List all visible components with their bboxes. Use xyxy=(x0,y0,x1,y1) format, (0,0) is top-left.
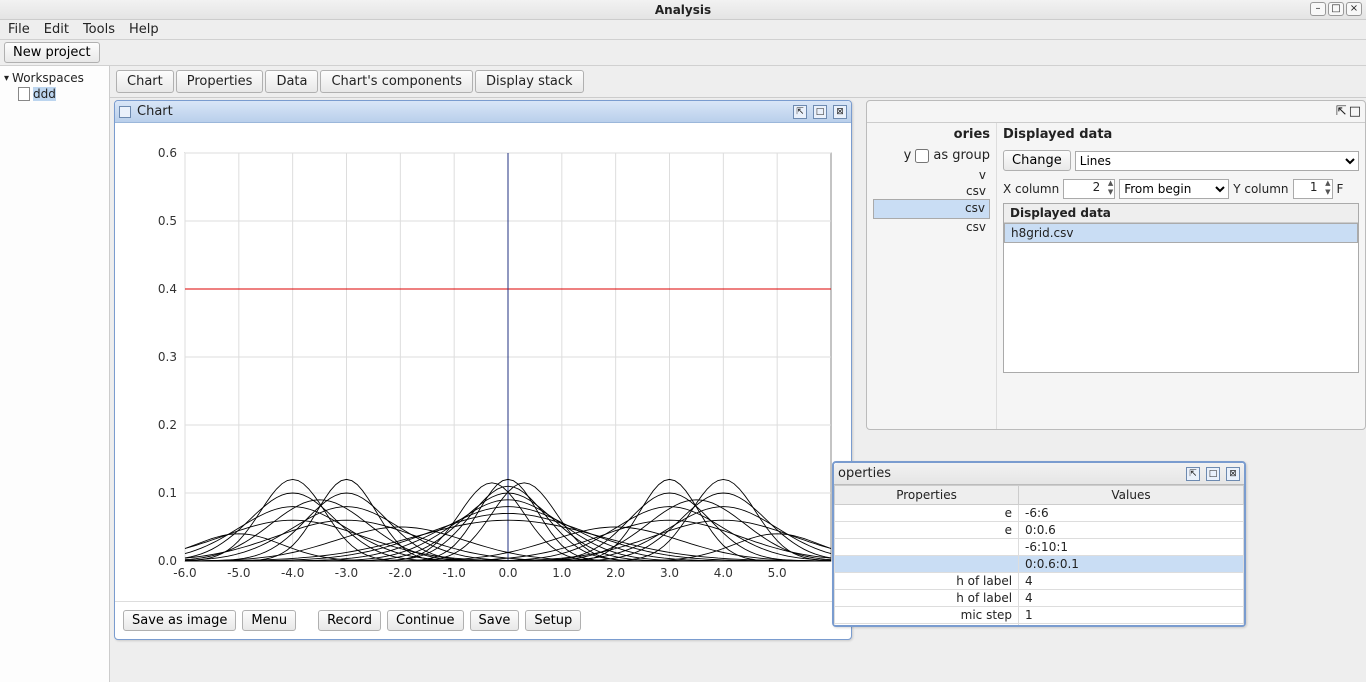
chart-window-icon xyxy=(119,106,131,118)
tree-root-workspaces[interactable]: ▾ Workspaces xyxy=(2,70,107,86)
maximize-icon[interactable]: □ xyxy=(1328,2,1344,16)
svg-text:0.0: 0.0 xyxy=(498,566,517,580)
svg-text:-3.0: -3.0 xyxy=(335,566,358,580)
svg-text:-6.0: -6.0 xyxy=(173,566,196,580)
tab-chart[interactable]: Chart xyxy=(116,70,174,93)
y-column-label: Y column xyxy=(1233,182,1288,196)
tree-item-ddd[interactable]: ddd xyxy=(16,86,107,102)
x-column-label: X column xyxy=(1003,182,1059,196)
display-type-select[interactable]: Lines xyxy=(1075,151,1359,171)
tab-properties[interactable]: Properties xyxy=(176,70,264,93)
file-list-item[interactable]: csv xyxy=(873,219,990,235)
tab-display-stack[interactable]: Display stack xyxy=(475,70,584,93)
prop-restore-icon[interactable]: ⇱ xyxy=(1186,467,1200,481)
svg-text:0.0: 0.0 xyxy=(158,554,177,568)
properties-row[interactable]: mic step1 xyxy=(835,624,1244,626)
properties-table[interactable]: Properties Values e-6:6e0:0.6-6:10:10:0.… xyxy=(834,485,1244,625)
file-list-item[interactable]: v xyxy=(873,167,990,183)
svg-text:2.0: 2.0 xyxy=(606,566,625,580)
chart-close-icon[interactable]: ⊠ xyxy=(833,105,847,119)
tab-row: Chart Properties Data Chart's components… xyxy=(110,66,1366,98)
as-group-checkbox[interactable] xyxy=(915,149,929,163)
panel-restore-icon[interactable]: ⇱ xyxy=(1336,104,1347,119)
properties-col-header: Properties xyxy=(835,486,1019,505)
displayed-data-list-header: Displayed data xyxy=(1004,204,1358,223)
as-group-label: as group xyxy=(933,148,990,163)
svg-text:0.6: 0.6 xyxy=(158,146,177,160)
save-button[interactable]: Save xyxy=(470,610,520,631)
properties-window: operties ⇱ □ ⊠ Properties Values e-6:6e0… xyxy=(832,461,1246,627)
properties-row[interactable]: mic step1 xyxy=(835,607,1244,624)
prop-maximize-icon[interactable]: □ xyxy=(1206,467,1220,481)
menu-file[interactable]: File xyxy=(8,22,30,37)
chart-area: -6.0 -5.0 -4.0 -3.0 -2.0 -1.0 0.0 1.0 2.0 3.0 4.0 5… xyxy=(115,123,851,601)
svg-text:0.3: 0.3 xyxy=(158,350,177,364)
displayed-data-item[interactable]: h8grid.csv xyxy=(1004,223,1358,243)
panel-maximize-icon[interactable]: □ xyxy=(1349,104,1361,119)
properties-row[interactable]: -6:10:1 xyxy=(835,539,1244,556)
record-button[interactable]: Record xyxy=(318,610,381,631)
menu-edit[interactable]: Edit xyxy=(44,22,69,37)
tree-expand-icon[interactable]: ▾ xyxy=(4,73,9,84)
svg-text:0.4: 0.4 xyxy=(158,282,177,296)
window-titlebar: Analysis – □ × xyxy=(0,0,1366,20)
file-list-item[interactable]: csv xyxy=(873,199,990,219)
chart-window-title: Chart xyxy=(137,104,787,119)
chart-window: Chart ⇱ □ ⊠ -6.0 -5.0 -4.0 -3.0 -2.0 -1.0 0.0 1… xyxy=(114,100,852,640)
svg-text:5.0: 5.0 xyxy=(768,566,787,580)
svg-text:-5.0: -5.0 xyxy=(227,566,250,580)
properties-row[interactable]: h of label4 xyxy=(835,573,1244,590)
properties-row[interactable]: h of label4 xyxy=(835,590,1244,607)
minimize-icon[interactable]: – xyxy=(1310,2,1326,16)
menu-help[interactable]: Help xyxy=(129,22,159,37)
toolbar: New project xyxy=(0,40,1366,66)
y-label: y xyxy=(904,148,912,163)
values-col-header: Values xyxy=(1019,486,1244,505)
svg-text:-2.0: -2.0 xyxy=(389,566,412,580)
svg-text:3.0: 3.0 xyxy=(660,566,679,580)
chart-maximize-icon[interactable]: □ xyxy=(813,105,827,119)
svg-text:1.0: 1.0 xyxy=(552,566,571,580)
x-column-spinner[interactable]: 2 xyxy=(1063,179,1115,199)
svg-text:-4.0: -4.0 xyxy=(281,566,304,580)
y-column-spinner[interactable]: 1 xyxy=(1293,179,1333,199)
properties-row[interactable]: 0:0.6:0.1 xyxy=(835,556,1244,573)
new-project-button[interactable]: New project xyxy=(4,42,100,63)
displayed-data-header: Displayed data xyxy=(1003,127,1359,146)
properties-window-titlebar[interactable]: operties ⇱ □ ⊠ xyxy=(834,463,1244,485)
workspace-tree: ▾ Workspaces ddd xyxy=(0,66,110,682)
svg-text:0.2: 0.2 xyxy=(158,418,177,432)
properties-row[interactable]: e-6:6 xyxy=(835,505,1244,522)
chart-restore-icon[interactable]: ⇱ xyxy=(793,105,807,119)
svg-text:0.5: 0.5 xyxy=(158,214,177,228)
file-list[interactable]: vcsvcsvcsv xyxy=(873,165,990,237)
chart-footer: Save as image Menu Record Continue Save … xyxy=(115,601,851,639)
tab-chart-components[interactable]: Chart's components xyxy=(320,70,473,93)
close-icon[interactable]: × xyxy=(1346,2,1362,16)
window-title: Analysis xyxy=(655,3,711,17)
chart-menu-button[interactable]: Menu xyxy=(242,610,296,631)
menubar: File Edit Tools Help xyxy=(0,20,1366,40)
categories-header: ories xyxy=(873,127,990,146)
displayed-data-list[interactable]: Displayed data h8grid.csv xyxy=(1003,203,1359,373)
chart-window-titlebar[interactable]: Chart ⇱ □ ⊠ xyxy=(115,101,851,123)
svg-text:-1.0: -1.0 xyxy=(442,566,465,580)
prop-close-icon[interactable]: ⊠ xyxy=(1226,467,1240,481)
svg-text:4.0: 4.0 xyxy=(714,566,733,580)
setup-button[interactable]: Setup xyxy=(525,610,581,631)
properties-window-title: operties xyxy=(838,466,1180,481)
menu-tools[interactable]: Tools xyxy=(83,22,115,37)
svg-text:0.1: 0.1 xyxy=(158,486,177,500)
from-begin-select[interactable]: From begin xyxy=(1119,179,1229,199)
continue-button[interactable]: Continue xyxy=(387,610,463,631)
tab-data[interactable]: Data xyxy=(265,70,318,93)
file-list-item[interactable]: csv xyxy=(873,183,990,199)
properties-row[interactable]: e0:0.6 xyxy=(835,522,1244,539)
chart-svg: -6.0 -5.0 -4.0 -3.0 -2.0 -1.0 0.0 1.0 2.0 3.0 4.0 5… xyxy=(115,123,851,601)
change-button[interactable]: Change xyxy=(1003,150,1071,171)
data-panel: ⇱ □ ories y as group vcsvcsvcsv Displaye… xyxy=(866,100,1366,430)
save-as-image-button[interactable]: Save as image xyxy=(123,610,236,631)
file-icon xyxy=(18,87,30,101)
